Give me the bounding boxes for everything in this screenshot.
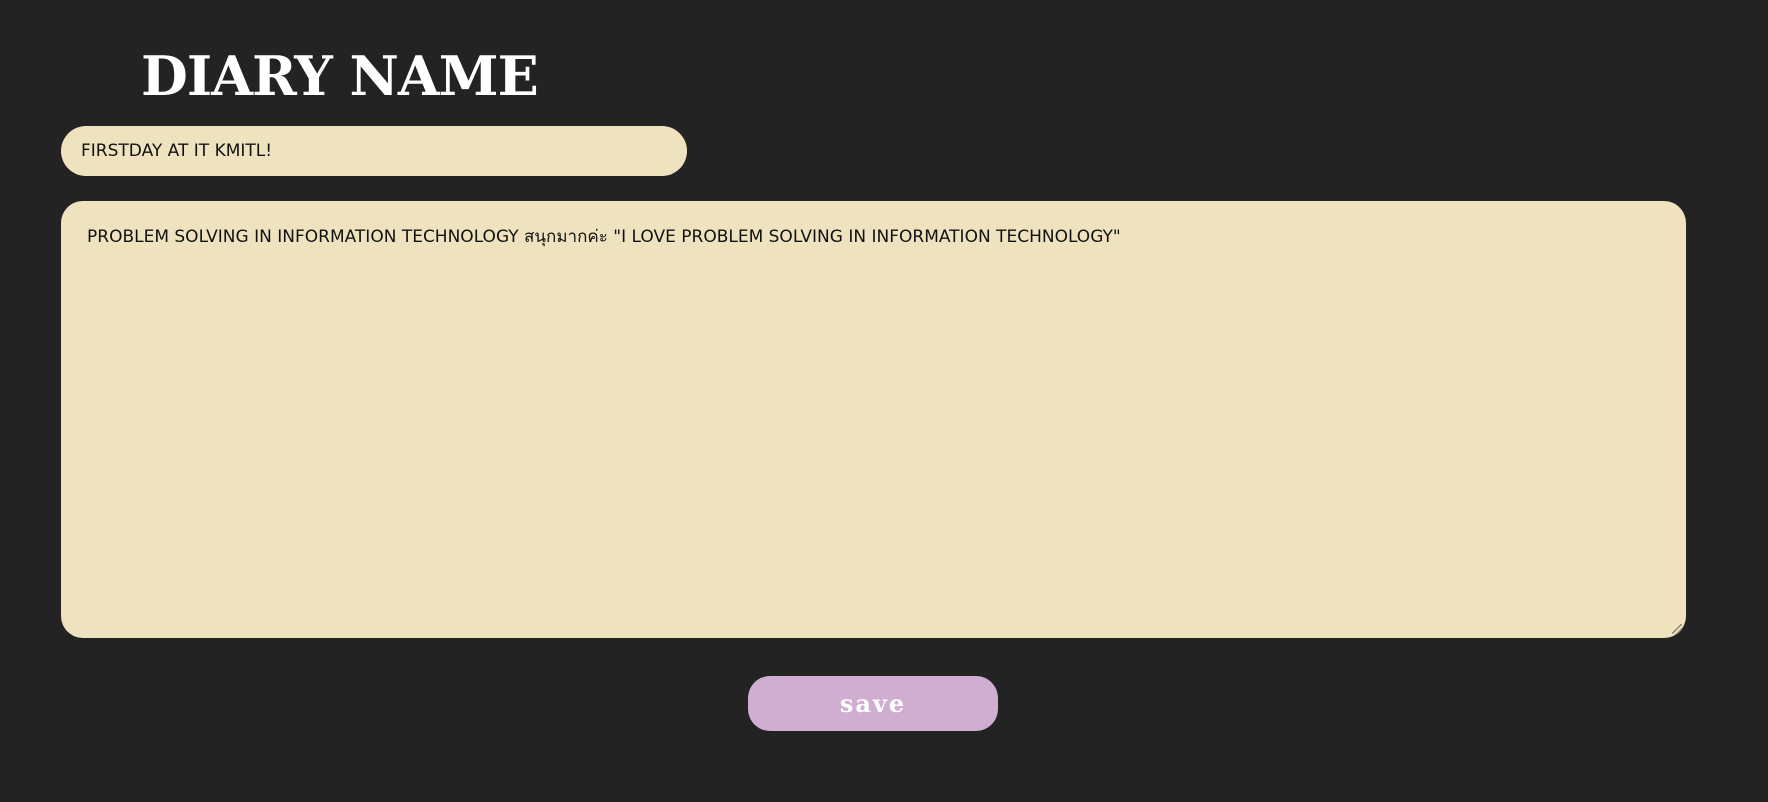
diary-content-textarea[interactable]: PROBLEM SOLVING IN INFORMATION TECHNOLOG…	[61, 201, 1686, 638]
resize-handle-icon[interactable]	[1672, 624, 1682, 634]
save-button[interactable]: save	[748, 676, 998, 731]
diary-name-input[interactable]: FIRSTDAY AT IT KMITL!	[61, 126, 687, 176]
diary-content-text: PROBLEM SOLVING IN INFORMATION TECHNOLOG…	[87, 227, 1121, 247]
page-title: DIARY NAME	[141, 44, 539, 108]
